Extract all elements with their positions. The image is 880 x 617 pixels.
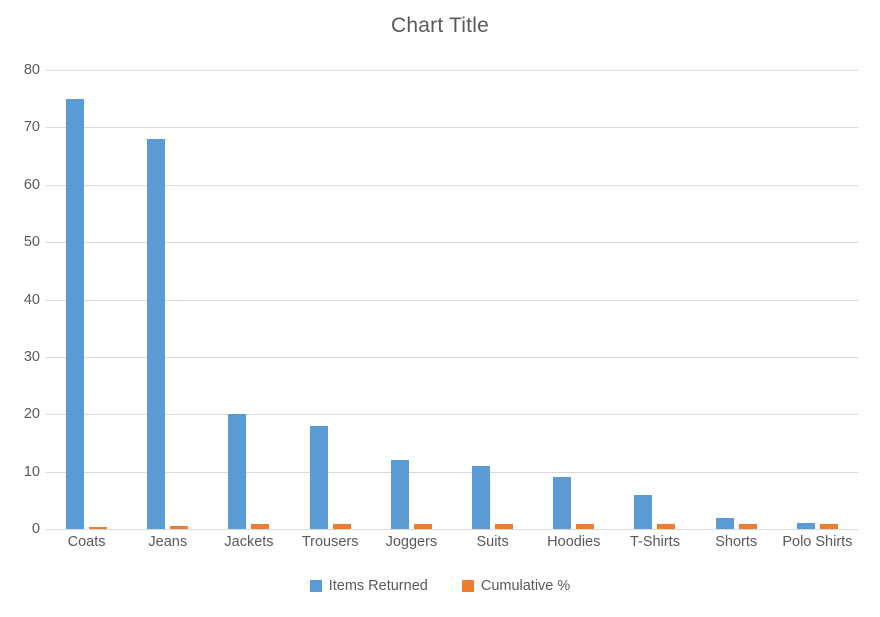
y-axis-tick-label: 10: [23, 463, 40, 480]
y-axis: 80 70 60 50 40 30 20 10 0: [0, 62, 40, 537]
x-axis-tick-label: Shorts: [715, 534, 758, 550]
x-axis-tick-label: Trousers: [301, 534, 359, 550]
plot-area: [46, 70, 858, 529]
category-axis-line: [46, 529, 858, 530]
bar-items-returned[interactable]: [634, 494, 653, 529]
x-axis-tick-label: Jackets: [224, 534, 274, 550]
x-axis-tick-label: Jeans: [148, 534, 188, 550]
bar-group: [46, 70, 127, 529]
bar-group: [290, 70, 371, 529]
chart-title: Chart Title: [391, 14, 489, 37]
x-axis-tick-label: Suits: [476, 534, 509, 550]
y-axis-tick-label: 60: [23, 176, 40, 193]
bar-items-returned[interactable]: [715, 517, 734, 529]
y-axis-tick-label: 0: [31, 521, 40, 537]
bar-items-returned[interactable]: [66, 98, 85, 529]
bar-group: [208, 70, 289, 529]
bar-items-returned[interactable]: [390, 460, 409, 529]
y-axis-tick-label: 30: [23, 348, 40, 365]
x-axis-tick-label: Polo Shirts: [782, 534, 853, 550]
x-axis-tick-label: T-Shirts: [630, 534, 680, 550]
chart-legend: Items Returned Cumulative %: [0, 578, 880, 594]
legend-swatch-icon: [461, 580, 474, 592]
bar-items-returned[interactable]: [309, 425, 328, 529]
bar-items-returned[interactable]: [553, 477, 572, 529]
bar-items-returned[interactable]: [228, 414, 247, 529]
bar-group: [452, 70, 533, 529]
y-axis-tick-label: 70: [23, 119, 40, 136]
legend-item[interactable]: Cumulative %: [461, 578, 571, 594]
bar-group: [614, 70, 695, 529]
bar-group: [533, 70, 614, 529]
x-axis: Coats Jeans Jackets Trousers Joggers Suits Hoo…: [46, 534, 858, 562]
legend-label: Items Returned: [328, 578, 428, 594]
y-axis-tick-label: 50: [23, 234, 40, 251]
bar-items-returned[interactable]: [472, 465, 491, 529]
legend-label: Cumulative %: [480, 578, 571, 594]
bar-group: [696, 70, 777, 529]
bar-items-returned[interactable]: [147, 138, 166, 529]
legend-swatch-icon: [309, 580, 322, 592]
x-axis-tick-label: Joggers: [385, 534, 438, 550]
x-axis-tick-label: Hoodies: [547, 534, 601, 550]
bar-group: [777, 70, 858, 529]
bar-group: [127, 70, 208, 529]
x-axis-tick-label: Coats: [67, 534, 106, 550]
y-axis-tick-label: 80: [23, 62, 40, 78]
legend-item[interactable]: Items Returned: [309, 578, 428, 594]
y-axis-tick-label: 20: [23, 406, 40, 423]
bar-group: [371, 70, 452, 529]
y-axis-tick-label: 40: [23, 291, 40, 308]
chart-container: Chart Title 80 70 60 50 40 30 20 10 0 Coats Jeans…: [0, 0, 880, 617]
